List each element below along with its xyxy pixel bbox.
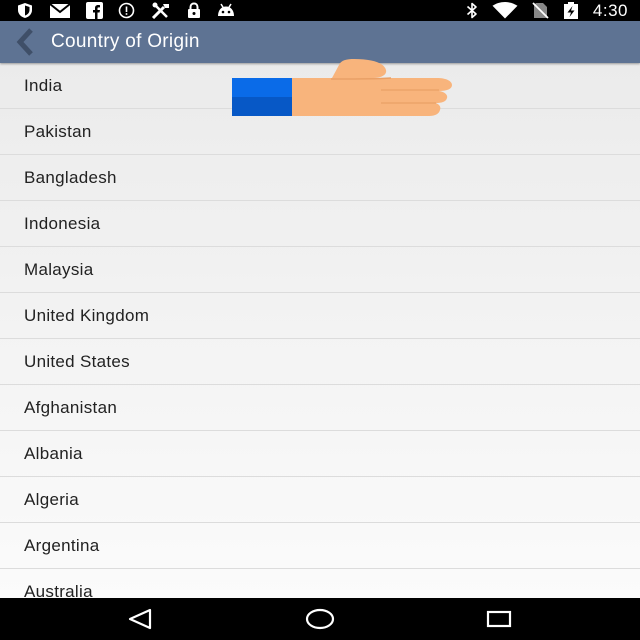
country-item[interactable]: United Kingdom [0, 293, 640, 339]
wifi-icon [492, 2, 518, 19]
bluetooth-icon [466, 2, 477, 19]
country-item[interactable]: United States [0, 339, 640, 385]
country-list[interactable]: India Pakistan Bangladesh Indonesia Mala… [0, 63, 640, 598]
back-triangle-icon [128, 608, 152, 630]
nav-recents-button[interactable] [469, 598, 529, 640]
status-notifications [16, 2, 236, 19]
lock-icon [188, 2, 200, 18]
chevron-left-icon [16, 28, 33, 56]
page-title: Country of Origin [51, 31, 200, 52]
status-bar: 4:30 [0, 0, 640, 21]
country-item[interactable]: Afghanistan [0, 385, 640, 431]
thumbs-up-overlay [231, 59, 453, 124]
battery-charging-icon [563, 2, 578, 19]
shield-icon [18, 3, 32, 18]
tools-icon [151, 2, 169, 19]
data-saver-icon [118, 2, 135, 19]
country-item[interactable]: Malaysia [0, 247, 640, 293]
status-time: 4:30 [592, 0, 628, 20]
app-bar: Country of Origin [0, 21, 640, 63]
nav-home-button[interactable] [290, 598, 350, 640]
country-item[interactable]: Indonesia [0, 201, 640, 247]
back-button[interactable] [6, 21, 46, 63]
country-item[interactable]: Argentina [0, 523, 640, 569]
home-circle-icon [305, 608, 335, 630]
no-sim-icon [532, 2, 549, 19]
android-icon [218, 3, 234, 16]
country-item[interactable]: Algeria [0, 477, 640, 523]
country-item[interactable]: Albania [0, 431, 640, 477]
nav-back-button[interactable] [110, 598, 170, 640]
country-item[interactable]: Australia [0, 569, 640, 598]
navigation-bar [0, 598, 640, 640]
country-item[interactable]: Bangladesh [0, 155, 640, 201]
thumbs-up-icon [232, 59, 452, 116]
facebook-icon [86, 2, 103, 19]
mail-icon [49, 2, 71, 18]
status-system: 4:30 [466, 0, 628, 21]
recents-square-icon [486, 610, 512, 628]
